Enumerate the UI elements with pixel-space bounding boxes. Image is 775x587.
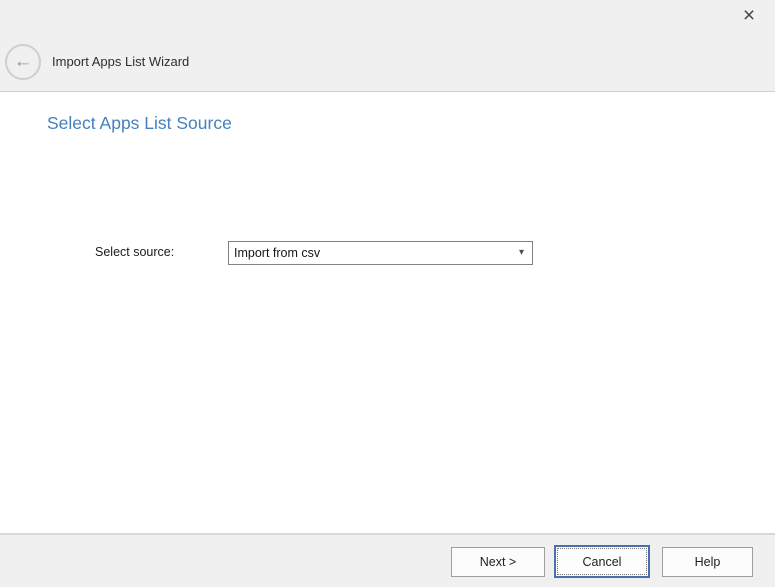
close-icon[interactable]: × [735, 2, 763, 30]
chevron-down-icon: ▾ [519, 248, 524, 258]
wizard-header: × ← Import Apps List Wizard [0, 0, 775, 92]
source-dropdown-value: Import from csv [234, 246, 320, 260]
next-button[interactable]: Next > [451, 547, 545, 577]
help-button[interactable]: Help [662, 547, 753, 577]
cancel-button[interactable]: Cancel [554, 545, 650, 578]
select-source-label: Select source: [95, 245, 174, 260]
import-apps-wizard-window: × ← Import Apps List Wizard Select Apps … [0, 0, 775, 587]
source-dropdown[interactable]: Import from csv ▾ [228, 241, 533, 265]
wizard-footer: Next > Cancel Help [0, 533, 775, 587]
page-heading: Select Apps List Source [47, 113, 232, 134]
back-arrow-icon: ← [14, 52, 33, 71]
wizard-content: Select Apps List Source Select source: I… [0, 93, 775, 533]
wizard-title: Import Apps List Wizard [52, 54, 189, 69]
back-button[interactable]: ← [5, 44, 41, 80]
